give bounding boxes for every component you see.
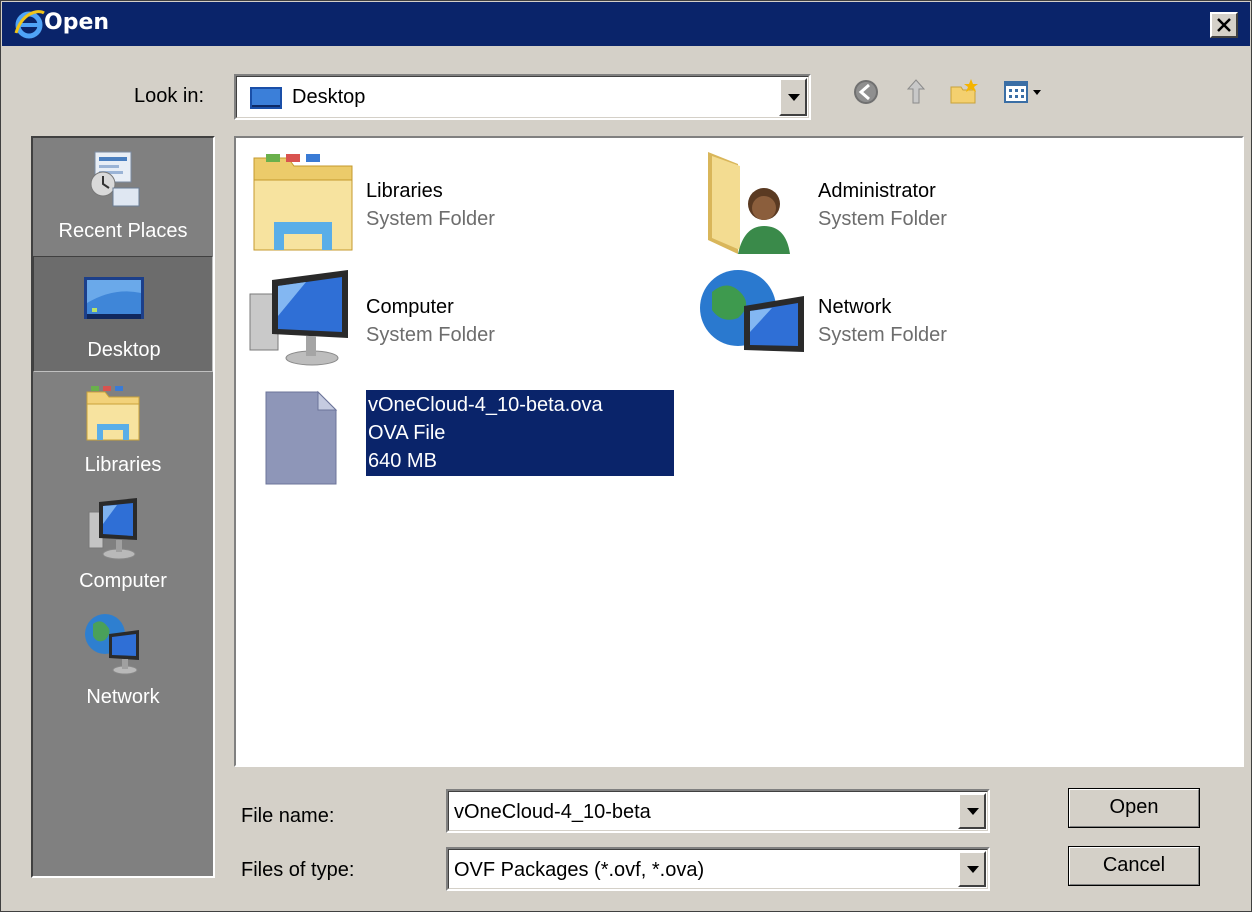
back-icon bbox=[854, 80, 878, 104]
place-label: Recent Places bbox=[58, 220, 188, 242]
item-size: 640 MB bbox=[368, 450, 437, 472]
back-button[interactable] bbox=[851, 77, 881, 107]
generic-file-icon bbox=[265, 390, 338, 485]
view-menu-icon bbox=[1004, 81, 1041, 103]
new-folder-button[interactable] bbox=[949, 77, 979, 107]
place-label: Desktop bbox=[87, 339, 161, 361]
place-computer[interactable]: Computer bbox=[33, 488, 213, 604]
item-type: OVA File bbox=[368, 422, 446, 444]
cancel-button[interactable]: Cancel bbox=[1068, 846, 1200, 886]
file-type-select[interactable]: OVF Packages (*.ovf, *.ova) bbox=[446, 847, 990, 891]
place-desktop[interactable]: Desktop bbox=[33, 256, 213, 372]
item-type: System Folder bbox=[818, 324, 947, 346]
open-button[interactable]: Open bbox=[1068, 788, 1200, 828]
look-in-label: Look in: bbox=[134, 85, 205, 107]
selection-highlight: vOneCloud-4_10-beta.ova OVA File 640 MB bbox=[366, 390, 674, 476]
place-recent-places[interactable]: Recent Places bbox=[33, 138, 213, 254]
place-network[interactable]: Network bbox=[33, 604, 213, 720]
item-name: Network bbox=[818, 296, 892, 318]
look-in-select[interactable]: Desktop bbox=[234, 74, 811, 120]
open-button-label: Open bbox=[1109, 796, 1159, 818]
cancel-button-label: Cancel bbox=[1102, 854, 1166, 876]
network-icon bbox=[85, 614, 139, 675]
look-in-dropdown-button[interactable] bbox=[779, 78, 807, 116]
look-in-value: Desktop bbox=[292, 86, 366, 108]
places-bar: Recent Places Desktop Libraries Computer… bbox=[31, 136, 215, 878]
place-libraries[interactable]: Libraries bbox=[33, 372, 213, 488]
file-name-value: vOneCloud-4_10-beta bbox=[454, 801, 651, 823]
desktop-icon bbox=[84, 277, 144, 319]
title-bar[interactable]: Open bbox=[2, 2, 1250, 46]
new-folder-icon bbox=[950, 79, 978, 104]
file-type-value: OVF Packages (*.ovf, *.ova) bbox=[454, 859, 705, 881]
close-button[interactable] bbox=[1210, 12, 1238, 38]
file-name-input[interactable]: vOneCloud-4_10-beta bbox=[446, 789, 990, 833]
ie-icon bbox=[12, 7, 46, 41]
window-title: Open bbox=[44, 10, 110, 35]
computer-icon bbox=[88, 498, 137, 560]
list-item-administrator[interactable]: Administrator System Folder bbox=[698, 150, 1118, 254]
open-dialog: Open Look in: Desktop Recent Places Desk… bbox=[0, 0, 1252, 912]
file-list[interactable]: Libraries System Folder Administrator Sy… bbox=[234, 136, 1244, 767]
desktop-icon bbox=[250, 87, 282, 109]
item-name: Administrator bbox=[818, 180, 936, 202]
file-name-dropdown-button[interactable] bbox=[958, 793, 986, 829]
place-label: Libraries bbox=[84, 454, 162, 476]
item-type: System Folder bbox=[818, 208, 947, 230]
user-folder-icon bbox=[708, 152, 790, 254]
file-type-label: Files of type: bbox=[241, 859, 355, 881]
close-icon bbox=[1217, 18, 1231, 32]
view-menu-button[interactable] bbox=[1003, 77, 1045, 107]
list-item-network[interactable]: Network System Folder bbox=[698, 266, 1118, 370]
file-type-dropdown-button[interactable] bbox=[958, 851, 986, 887]
chevron-down-icon bbox=[967, 808, 979, 815]
list-item-vonecloud-ova[interactable]: vOneCloud-4_10-beta.ova OVA File 640 MB bbox=[236, 138, 686, 488]
up-folder-icon bbox=[906, 79, 926, 104]
file-name-label: File name: bbox=[241, 805, 335, 827]
place-label: Network bbox=[86, 686, 160, 708]
libraries-icon bbox=[86, 386, 140, 441]
chevron-down-icon bbox=[788, 94, 800, 101]
network-icon bbox=[700, 270, 804, 352]
item-name: vOneCloud-4_10-beta.ova bbox=[368, 394, 603, 416]
place-label: Computer bbox=[79, 570, 167, 592]
chevron-down-icon bbox=[967, 866, 979, 873]
recent-places-icon bbox=[90, 151, 140, 207]
up-folder-button[interactable] bbox=[901, 77, 931, 107]
